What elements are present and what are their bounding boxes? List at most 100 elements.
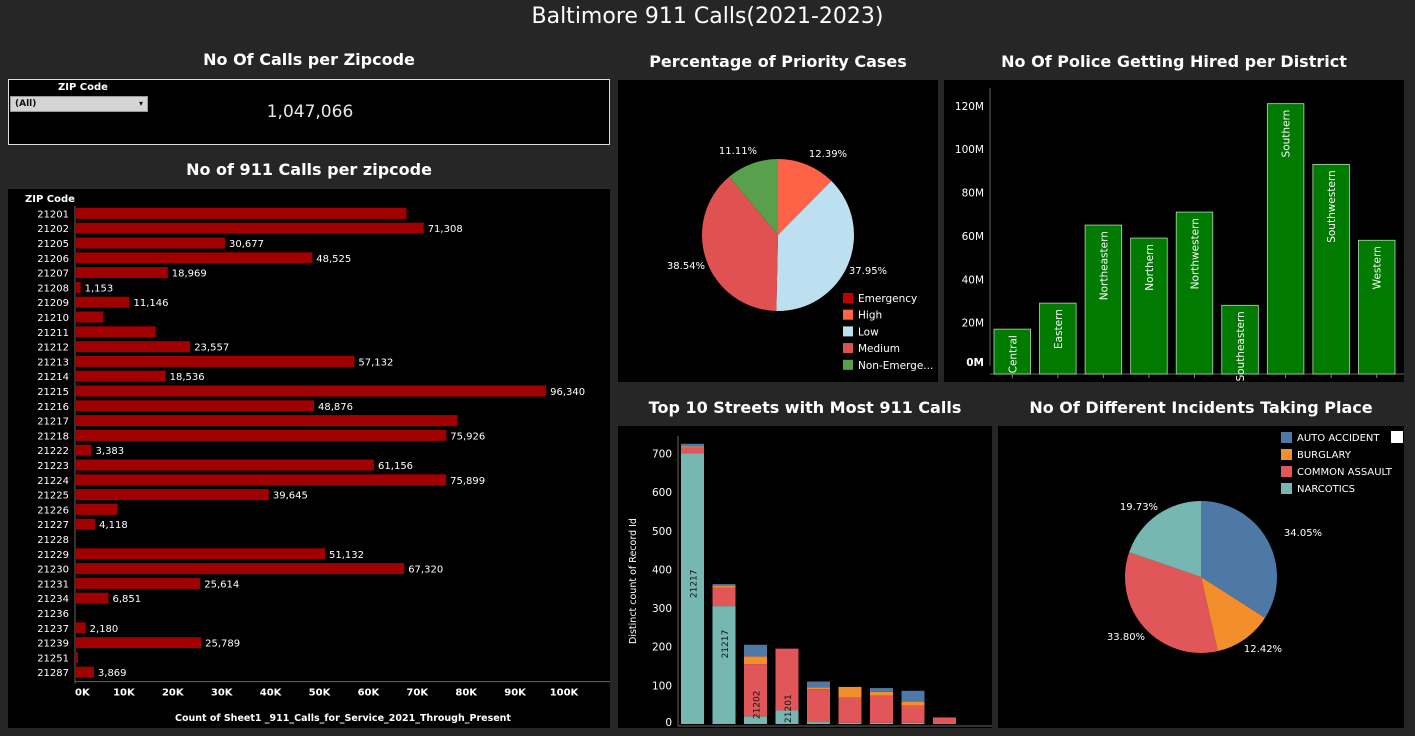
stacked-bar-segment [901, 722, 925, 724]
bar-label: 21215 [816, 727, 826, 728]
pie-value-label: 12.39% [809, 149, 847, 160]
bar [75, 548, 326, 560]
legend-swatch [1281, 432, 1292, 443]
data-label: 39,645 [273, 491, 308, 502]
legend-label: COMMON ASSAULT [1297, 467, 1393, 478]
data-label: 25,789 [205, 639, 240, 650]
stacked-bar-segment [681, 447, 704, 454]
y-tick-label: 21215 [37, 387, 69, 398]
legend-label: Low [858, 326, 879, 338]
y-tick-label: 21214 [37, 372, 69, 383]
priority-chart-panel: 12.39% 37.95% 38.54% 11.11% Emergency High Low… [618, 80, 938, 382]
y-tick-label: 20M [962, 318, 984, 330]
zip-filter-dropdown[interactable]: (All) ▾ [10, 96, 148, 112]
dashboard-title: Baltimore 911 Calls(2021-2023) [531, 4, 884, 29]
y-tick-label: 200 [652, 642, 672, 654]
data-label: 11,146 [134, 298, 169, 309]
bar [75, 311, 104, 323]
x-tick-label: 90K [504, 688, 527, 699]
data-label: 67,320 [408, 565, 443, 576]
y-tick-label: 21209 [37, 298, 69, 309]
bar [75, 267, 168, 279]
stacked-bar-segment [712, 585, 736, 588]
y-tick-label: 60M [962, 231, 984, 243]
x-tick-label: 70K [406, 688, 429, 699]
data-label: 48,525 [316, 254, 351, 265]
y-tick-label: 600 [652, 487, 672, 499]
legend-swatch [843, 309, 853, 320]
bar-category-label: Northwestern [1190, 218, 1202, 289]
bar [75, 563, 405, 575]
bar-label: 21201 [784, 694, 794, 723]
data-label: 1,153 [85, 283, 114, 294]
y-tick-label: 21218 [37, 431, 69, 442]
y-tick-label: 21222 [37, 446, 69, 457]
y-tick-label: 21227 [37, 520, 69, 531]
bar-category-label: Northeastern [1098, 231, 1110, 300]
data-label: 23,557 [194, 343, 229, 354]
data-label: 18,969 [172, 269, 207, 280]
bar [75, 385, 547, 397]
legend-swatch [1281, 483, 1292, 494]
bar-label: 21202 [753, 690, 763, 719]
stacked-bar-segment [807, 722, 830, 724]
y-tick-label: 300 [652, 603, 672, 615]
stacked-bar-segment [838, 722, 862, 724]
legend-swatch [843, 359, 853, 370]
x-tick-label: 10K [113, 688, 136, 699]
zip-bar-chart: ZIP Code 21201 21202 71,308 21205 30,677 21206… [25, 194, 610, 724]
bar [75, 207, 407, 219]
stacked-bar-segment [744, 644, 767, 657]
y-tick-label: 21231 [37, 579, 69, 590]
legend-swatch [1281, 466, 1292, 477]
stacked-bar-segment [807, 689, 830, 723]
y-tick-label: 21217 [37, 417, 69, 428]
pie-value-label: 11.11% [719, 146, 757, 157]
bar [75, 355, 355, 367]
data-label: 51,132 [329, 550, 364, 561]
bar [75, 651, 78, 663]
stacked-bar-segment [681, 446, 704, 448]
y-tick-label: 21234 [37, 594, 69, 605]
data-label: 75,899 [450, 476, 485, 487]
legend-swatch [843, 326, 853, 337]
stacked-bar-segment [712, 584, 736, 586]
streets-chart-panel: 0 100 200 300 400 500 600 700 Distinct count of … [618, 426, 992, 736]
stacked-bar-segment [712, 606, 736, 724]
x-tick-label: 20K [162, 688, 185, 699]
zip-filter-value: (All) [15, 99, 37, 109]
x-tick-label: 80K [455, 688, 478, 699]
bar [75, 622, 86, 634]
stacked-bar-segment [838, 697, 862, 723]
bar [75, 518, 96, 530]
bar-category-label: Central [1007, 335, 1019, 373]
y-tick-label: 21251 [37, 653, 69, 664]
streets-chart-title: Top 10 Streets with Most 911 Calls [648, 398, 962, 417]
bar [75, 400, 315, 412]
y-tick-label: 0 [665, 717, 672, 728]
stacked-bar-segment [807, 687, 830, 690]
legend-label: BURGLARY [1297, 450, 1352, 461]
data-label: 75,926 [450, 431, 485, 442]
police-chart-title: No Of Police Getting Hired per District [1001, 52, 1347, 71]
stacked-bar-segment [933, 723, 956, 724]
y-tick-label: 21205 [37, 239, 69, 250]
y-tick-label: 21236 [37, 609, 69, 620]
incidents-chart-title: No Of Different Incidents Taking Place [1029, 398, 1373, 417]
y-tick-label: 400 [652, 564, 672, 576]
legend-swatch [843, 293, 853, 303]
data-label: 3,869 [98, 668, 127, 679]
data-label: 48,876 [318, 402, 353, 413]
legend-toggle-box [1391, 431, 1403, 443]
y-tick-label: 100M [955, 144, 984, 156]
legend-swatch [843, 343, 853, 354]
priority-chart-title: Percentage of Priority Cases [649, 52, 907, 71]
data-label: 25,614 [204, 579, 239, 590]
data-label: 18,536 [170, 372, 205, 383]
data-label: 2,180 [90, 624, 119, 635]
bar-category-label: Eastern [1053, 309, 1065, 349]
bar-category-label: Northern [1144, 244, 1156, 291]
y-tick-label: 21212 [37, 343, 69, 354]
bar-label: 21217 [721, 630, 731, 659]
stacked-bar-segment [870, 691, 893, 696]
